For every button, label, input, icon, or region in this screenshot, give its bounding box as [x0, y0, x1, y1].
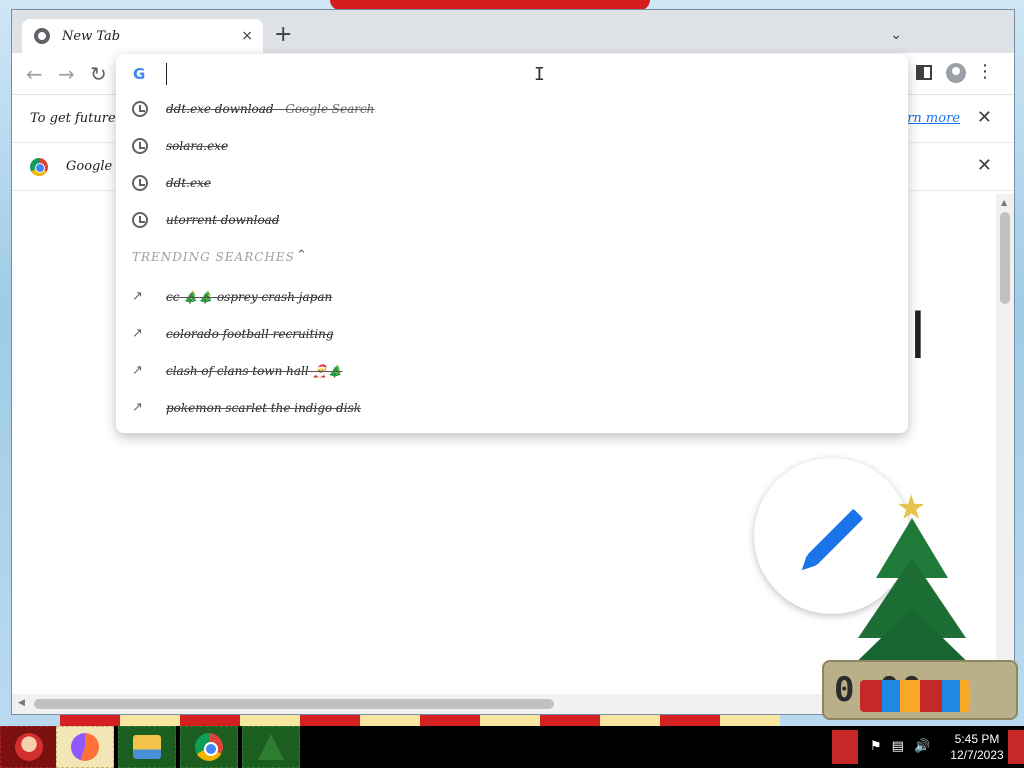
- show-desktop-button[interactable]: [1008, 730, 1024, 764]
- tab-title: New Tab: [62, 28, 121, 44]
- christmas-tree-icon: [258, 734, 284, 760]
- scroll-left-icon[interactable]: ◀: [18, 698, 25, 708]
- taskbar-santa-app[interactable]: [0, 726, 58, 768]
- tray-clock[interactable]: 5:45 PM 12/7/2023: [948, 731, 1006, 763]
- trending-suggestion[interactable]: ↗ clash of clans town hall 🎅🎄: [116, 352, 908, 389]
- history-clock-icon: [132, 174, 148, 191]
- scroll-up-icon[interactable]: ▲: [1001, 198, 1007, 207]
- history-suggestion[interactable]: solara.exe: [116, 127, 908, 164]
- tab-new-tab[interactable]: New Tab ×: [22, 19, 263, 53]
- trending-icon: ↗: [132, 362, 143, 378]
- trending-icon: ↗: [132, 325, 143, 341]
- gift-boxes-decoration: [860, 680, 970, 712]
- trending-suggestion[interactable]: ↗ pokemon scarlet the indigo disk: [116, 389, 908, 426]
- vertical-scroll-thumb[interactable]: [1000, 212, 1010, 304]
- tray-time-text: 5:45 PM: [954, 732, 1000, 746]
- history-suggestion[interactable]: ddt.exe: [116, 164, 908, 201]
- suggestion-text: ddt.exe: [166, 175, 211, 190]
- side-panel-icon[interactable]: [916, 65, 932, 80]
- history-clock-icon: [132, 100, 148, 117]
- text-cursor-icon: I: [534, 64, 545, 85]
- taskbar-tree-app[interactable]: [242, 726, 300, 768]
- address-bar-input[interactable]: [166, 63, 866, 85]
- chrome-logo-icon: [30, 157, 48, 176]
- taskbar-firefox[interactable]: [56, 726, 114, 768]
- suggestion-text: colorado football recruiting: [166, 326, 334, 341]
- suggestion-text: solara.exe: [166, 138, 229, 153]
- new-tab-button[interactable]: +: [274, 23, 292, 47]
- suggestion-text: pokemon scarlet the indigo disk: [166, 400, 361, 415]
- suggestion-text: utorrent download: [166, 212, 280, 227]
- more-menu-icon[interactable]: ⋮: [976, 61, 994, 82]
- google-icon: G: [133, 65, 146, 83]
- tab-strip: New Tab × + ⌄: [12, 10, 1014, 53]
- profile-avatar-icon[interactable]: [946, 63, 966, 83]
- system-tray: ⚑ ▤ 🔊: [870, 739, 930, 754]
- folder-icon: [133, 735, 161, 759]
- infobar-close-icon[interactable]: ✕: [977, 107, 992, 128]
- taskbar-file-explorer[interactable]: [118, 726, 176, 768]
- collapse-chevron-icon[interactable]: ⌃: [296, 248, 307, 263]
- reload-button[interactable]: ↻: [90, 62, 107, 86]
- trending-searches-header: TRENDING SEARCHES: [132, 250, 295, 264]
- trending-suggestion[interactable]: ↗ colorado football recruiting: [116, 315, 908, 352]
- horizontal-scroll-thumb[interactable]: [34, 699, 554, 709]
- trending-icon: ↗: [132, 288, 143, 304]
- monitor-icon[interactable]: ▤: [892, 739, 904, 754]
- network-icon[interactable]: ⚑: [870, 739, 882, 754]
- chrome-icon: [195, 733, 223, 761]
- history-suggestion[interactable]: utorrent download: [116, 201, 908, 238]
- tab-search-icon[interactable]: ⌄: [890, 27, 902, 43]
- suggestion-text: clash of clans town hall 🎅🎄: [166, 363, 343, 378]
- forward-button[interactable]: →: [58, 62, 75, 86]
- tray-date-text: 12/7/2023: [950, 748, 1004, 762]
- taskbar-chrome[interactable]: [180, 726, 238, 768]
- infobar-close-icon[interactable]: ✕: [977, 155, 992, 176]
- trending-suggestion[interactable]: ↗ cc 🎄🎄 osprey crash japan: [116, 278, 908, 315]
- tab-close-icon[interactable]: ×: [241, 28, 253, 44]
- history-clock-icon: [132, 211, 148, 228]
- santa-icon: [15, 733, 43, 761]
- chrome-favicon-icon: [34, 28, 50, 44]
- suggestion-text: cc 🎄🎄 osprey crash japan: [166, 289, 333, 304]
- back-button[interactable]: ←: [26, 62, 43, 86]
- trending-icon: ↗: [132, 399, 143, 415]
- omnibox-dropdown: G I ddt.exe download - Google Search sol…: [116, 54, 908, 433]
- firefox-icon: [71, 733, 99, 761]
- history-suggestion[interactable]: ddt.exe download - Google Search: [116, 90, 908, 127]
- taskbar: ⚑ ▤ 🔊 5:45 PM 12/7/2023: [0, 726, 1024, 768]
- volume-icon[interactable]: 🔊: [914, 739, 930, 754]
- suggestion-text: ddt.exe download - Google Search: [166, 101, 375, 116]
- tray-show-desktop[interactable]: [832, 730, 858, 764]
- history-clock-icon: [132, 137, 148, 154]
